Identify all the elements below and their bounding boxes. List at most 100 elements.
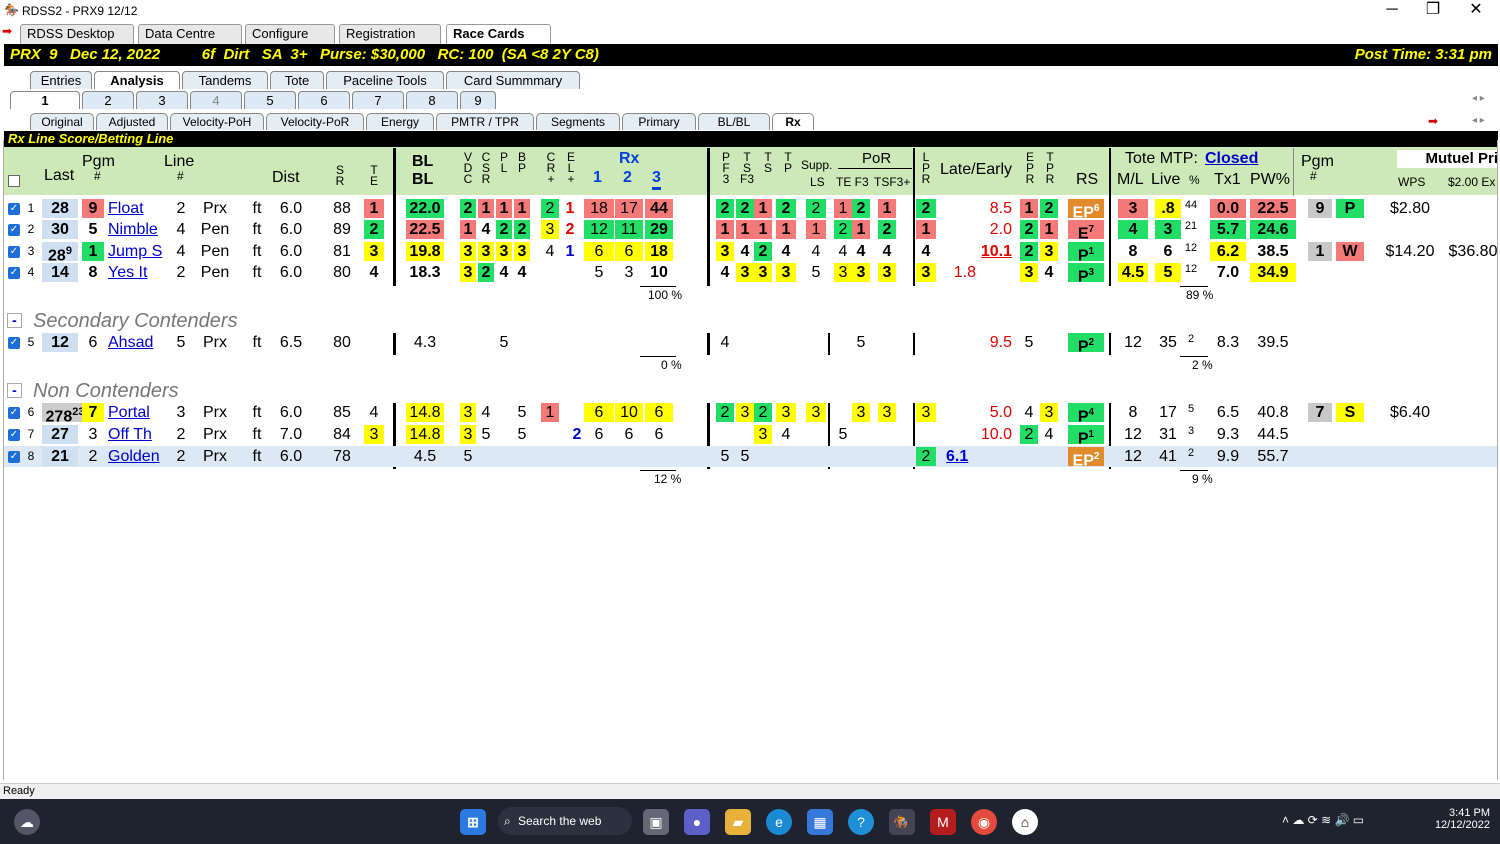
mcafee-icon[interactable]: M [930,809,956,835]
tab-entries[interactable]: Entries [30,71,92,89]
app-icon-2[interactable]: ⌂ [1012,809,1038,835]
tab-segments[interactable]: Segments [536,113,620,130]
cell-ls [806,333,826,352]
cell-tsf [736,333,754,352]
tab-blbl[interactable]: BL/BL [698,113,770,130]
tab-velocity-por[interactable]: Velocity-PoR [266,113,364,130]
horse-name-link[interactable]: Jump S [108,242,170,261]
cell-pf [716,425,734,444]
chat-icon[interactable]: ● [684,809,710,835]
tab-primary[interactable]: Primary [622,113,696,130]
divider [913,333,915,355]
tab-paceline-tools[interactable]: Paceline Tools [326,71,444,89]
tab-race-1[interactable]: 1 [10,91,80,109]
tab-tote[interactable]: Tote [270,71,324,89]
start-icon[interactable]: ⊞ [460,809,486,835]
cell-v: 1 [460,220,476,239]
horse-name-link[interactable]: Ahsad [108,333,170,352]
cell-wps: $2.80 [1389,200,1431,217]
tab-race-2[interactable]: 2 [82,91,134,109]
horse-name-link[interactable]: Portal [108,403,170,422]
tab-tandems[interactable]: Tandems [182,71,268,89]
cell-ls: 1 [806,220,826,239]
tab-data-centre[interactable]: Data Centre [138,24,242,44]
store-icon[interactable]: ▦ [807,809,833,835]
cell-rs: P4 [1068,403,1104,425]
tab-rx[interactable]: Rx [772,113,814,130]
cell-pg2: 9 [1308,199,1332,218]
file-explorer-icon[interactable]: ▰ [725,809,751,835]
horse-name-link[interactable]: Float [108,199,170,218]
rdss-app-icon[interactable]: 🏇 [889,809,915,835]
row-checkbox[interactable]: ✓ [8,451,20,463]
horse-name-link[interactable]: Golden [108,447,170,466]
collapse-secondary-button[interactable]: - [7,313,22,328]
tab-analysis[interactable]: Analysis [94,71,180,89]
tab-configure[interactable]: Configure [245,24,335,44]
row-checkbox[interactable]: ✓ [8,267,20,279]
tab-race-cards[interactable]: Race Cards [446,24,551,44]
tab-race-5[interactable]: 5 [244,91,296,109]
tab-race-8[interactable]: 8 [406,91,458,109]
row-checkbox[interactable]: ✓ [8,429,20,441]
scroll-arrows-icon[interactable]: ◂ ▸ [1472,93,1485,104]
row-checkbox[interactable]: ✓ [8,203,20,215]
cell-wps [1372,425,1448,444]
cell-wps: $6.40 [1389,404,1431,421]
cell-b: 5 [517,426,527,443]
cell-early[interactable]: 6.1 [946,447,976,466]
tab-card-summary[interactable]: Card Summmary [446,71,580,89]
cell-c: 1 [478,199,494,218]
tab-race-7[interactable]: 7 [352,91,404,109]
tab-race-3[interactable]: 3 [136,91,188,109]
cell-ml: 12 [1124,334,1142,351]
horse-name-link[interactable]: Off Th [108,425,170,444]
cell-p: 3 [496,242,512,261]
cell-rx1 [584,333,614,352]
header-rx3[interactable]: 3 [652,169,661,190]
select-all-checkbox[interactable] [8,175,20,187]
horse-name-link[interactable]: Yes It [108,263,170,282]
tote-status[interactable]: Closed [1205,150,1258,168]
row-number: 4 [27,265,35,279]
tab-adjusted[interactable]: Adjusted [96,113,168,130]
tote-non-line [1180,470,1208,471]
tab-energy[interactable]: Energy [366,113,434,130]
scroll-arrows-icon-2[interactable]: ◂ ▸ [1472,115,1485,126]
tab-registration[interactable]: Registration [339,24,441,44]
row-checkbox[interactable]: ✓ [8,246,20,258]
tab-original[interactable]: Original [30,113,94,130]
tab-pmtr-tpr[interactable]: PMTR / TPR [436,113,534,130]
system-tray-icons[interactable]: ˄ ☁ ⟳ ≋ 🔊 ▭ [1282,813,1364,827]
row-checkbox[interactable]: ✓ [8,407,20,419]
cell-rs: E7 [1068,220,1104,242]
tab-rdss-desktop[interactable]: RDSS Desktop [20,24,134,44]
weather-icon[interactable]: ☁ [14,809,40,835]
horse-name-link[interactable]: Nimble [108,220,170,239]
cell-p [496,403,512,422]
clock[interactable]: 3:41 PM 12/12/2022 [1420,807,1490,831]
cell-f3: 3 [852,403,870,422]
edge-icon[interactable]: e [766,809,792,835]
cell-pg2: 1 [1308,242,1332,261]
close-button[interactable]: ✕ [1456,0,1496,22]
minimize-button[interactable]: ─ [1372,0,1412,22]
task-view-icon[interactable]: ▣ [643,809,669,835]
tab-race-9[interactable]: 9 [460,91,496,109]
search-box[interactable]: ⌕ Search the web [498,807,632,835]
search-label: Search the web [518,814,602,828]
rs-style: P [1077,338,1089,356]
row-checkbox[interactable]: ✓ [8,337,20,349]
collapse-non-button[interactable]: - [7,383,22,398]
cell-epr: 4 [1024,404,1034,421]
tab-race-4[interactable]: 4 [190,91,242,109]
maximize-button[interactable]: ❐ [1413,0,1453,22]
tab-race-6[interactable]: 6 [298,91,350,109]
clock-time: 3:41 PM [1449,807,1490,819]
row-checkbox[interactable]: ✓ [8,224,20,236]
chrome-icon[interactable]: ◉ [971,809,997,835]
table-header: Last Pgm # Line # Dist S R T E BL BL V D… [4,147,1498,195]
tab-velocity-poh[interactable]: Velocity-PoH [170,113,264,130]
help-icon[interactable]: ? [848,809,874,835]
export-icon[interactable]: ➡ [1428,114,1438,128]
